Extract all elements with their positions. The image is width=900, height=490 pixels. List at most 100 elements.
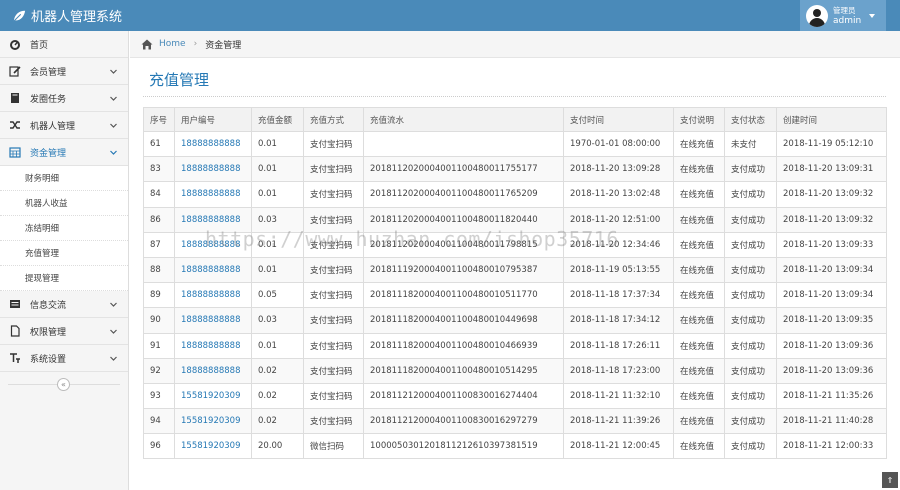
- table-cell: 2018-11-18 17:26:11: [563, 332, 674, 359]
- table-cell: 2018111920004001100480010795387: [363, 256, 564, 284]
- table-row: 94 15581920309 0.02 支付宝扫码 201811212000400110…: [143, 408, 887, 435]
- sidebar-subitem-frozen-detail[interactable]: 冻结明细: [0, 216, 128, 241]
- calendar-icon: [9, 146, 21, 158]
- column-header: 支付时间: [563, 107, 674, 132]
- column-header: 用户编号: [174, 107, 252, 132]
- sidebar-item-label: 首页: [30, 40, 49, 51]
- table-cell: 61: [143, 130, 175, 158]
- user-id-link[interactable]: 18888888888: [181, 290, 241, 300]
- table-cell: 在线充值: [673, 130, 725, 158]
- title-divider: [143, 96, 886, 97]
- table-cell: 支付宝扫码: [303, 231, 364, 258]
- table-cell: 2018-11-20 13:09:36: [776, 357, 887, 384]
- chevron-down-icon: [110, 302, 117, 307]
- table-cell: 20.00: [251, 433, 304, 460]
- table-cell: 支付成功: [724, 307, 777, 334]
- table-cell: 未支付: [724, 130, 777, 158]
- sidebar-item-home[interactable]: 首页: [0, 31, 128, 58]
- table-cell: 18888888888: [174, 206, 252, 233]
- table-cell: 在线充值: [673, 206, 725, 233]
- table-cell: 支付成功: [724, 256, 777, 284]
- table-row: 61 18888888888 0.01 支付宝扫码 1970-01-01 08:00:0…: [143, 130, 887, 158]
- user-id-link[interactable]: 18888888888: [181, 215, 241, 225]
- user-id-link[interactable]: 18888888888: [181, 164, 241, 174]
- table-cell: 18888888888: [174, 256, 252, 284]
- table-cell: 2018-11-21 11:35:26: [776, 382, 887, 410]
- table-cell: 92: [143, 357, 175, 384]
- edit-icon: [9, 65, 21, 77]
- user-id-link[interactable]: 15581920309: [181, 391, 241, 401]
- column-header: 序号: [143, 107, 175, 132]
- table-cell: 支付成功: [724, 382, 777, 410]
- scroll-to-top-button[interactable]: ⇑: [882, 472, 898, 488]
- table-cell: 0.05: [251, 282, 304, 309]
- table-cell: 2018-11-20 13:09:32: [776, 206, 887, 233]
- table-row: 86 18888888888 0.03 支付宝扫码 201811202000400110…: [143, 206, 887, 233]
- sidebar-item-permissions[interactable]: 权限管理: [0, 318, 128, 345]
- table-cell: 0.01: [251, 181, 304, 208]
- table-cell: 2018112120004001100830016274404: [363, 382, 564, 410]
- user-id-link[interactable]: 18888888888: [181, 189, 241, 199]
- table-cell: 2018112120004001100830016297279: [363, 408, 564, 435]
- sidebar-subitem-finance-detail[interactable]: 财务明细: [0, 166, 128, 191]
- list-icon: [9, 298, 21, 310]
- page-title: 充值管理: [149, 71, 210, 89]
- table-cell: 在线充值: [673, 332, 725, 359]
- user-id-link[interactable]: 18888888888: [181, 366, 241, 376]
- sidebar-subitem-recharge[interactable]: 充值管理: [0, 241, 128, 266]
- sidebar-subitem-robot-income[interactable]: 机器人收益: [0, 191, 128, 216]
- brand[interactable]: 机器人管理系统: [12, 6, 122, 25]
- table-cell: 2018-11-20 13:09:36: [776, 332, 887, 359]
- table-cell: 在线充值: [673, 256, 725, 284]
- table-cell: 支付宝扫码: [303, 256, 364, 284]
- user-id-link[interactable]: 18888888888: [181, 265, 241, 275]
- table-cell: 83: [143, 156, 175, 183]
- sidebar-item-messages[interactable]: 信息交流: [0, 291, 128, 318]
- table-cell: 0.02: [251, 382, 304, 410]
- column-header: 支付说明: [673, 107, 725, 132]
- table-cell: 支付成功: [724, 332, 777, 359]
- table-cell: 18888888888: [174, 130, 252, 158]
- chevron-down-icon: [110, 329, 117, 334]
- table-cell: 支付宝扫码: [303, 156, 364, 183]
- table-row: 89 18888888888 0.05 支付宝扫码 201811182000400110…: [143, 282, 887, 309]
- table-cell: 94: [143, 408, 175, 435]
- table-row: 83 18888888888 0.01 支付宝扫码 201811202000400110…: [143, 156, 887, 183]
- sidebar-item-members[interactable]: 会员管理: [0, 58, 128, 85]
- sidebar-item-robots[interactable]: 机器人管理: [0, 112, 128, 139]
- table-cell: 支付宝扫码: [303, 181, 364, 208]
- table-cell: 91: [143, 332, 175, 359]
- collapse-sidebar-button[interactable]: «: [57, 378, 70, 391]
- sidebar-item-funds[interactable]: 资金管理: [0, 139, 128, 166]
- chevron-down-icon: [110, 96, 117, 101]
- table-cell: 89: [143, 282, 175, 309]
- table-cell: 2018-11-20 13:09:34: [776, 282, 887, 309]
- table-cell: 在线充值: [673, 181, 725, 208]
- sidebar-subitem-withdraw[interactable]: 提现管理: [0, 266, 128, 291]
- user-id-link[interactable]: 18888888888: [181, 315, 241, 325]
- user-menu[interactable]: 管理员 admin: [800, 0, 886, 31]
- user-id-link[interactable]: 18888888888: [181, 341, 241, 351]
- table-cell: 2018112020004001100480011820440: [363, 206, 564, 233]
- sidebar-item-label: 机器人管理: [30, 121, 76, 132]
- table-cell: 2018111820004001100480010449698: [363, 307, 564, 334]
- table-cell: 2018-11-21 11:39:26: [563, 408, 674, 435]
- table-row: 84 18888888888 0.01 支付宝扫码 201811202000400110…: [143, 181, 887, 208]
- user-id-link[interactable]: 15581920309: [181, 441, 241, 451]
- user-id-link[interactable]: 18888888888: [181, 240, 241, 250]
- table-row: 92 18888888888 0.02 支付宝扫码 201811182000400110…: [143, 357, 887, 384]
- table-cell: 2018-11-18 17:34:12: [563, 307, 674, 334]
- table-cell: 18888888888: [174, 181, 252, 208]
- user-id-link[interactable]: 15581920309: [181, 416, 241, 426]
- table-cell: 2018112020004001100480011765209: [363, 181, 564, 208]
- sidebar-item-settings[interactable]: 系统设置: [0, 345, 128, 372]
- table-row: 93 15581920309 0.02 支付宝扫码 201811212000400110…: [143, 382, 887, 410]
- breadcrumb-home-link[interactable]: Home: [159, 39, 186, 49]
- table-cell: 2018111820004001100480010514295: [363, 357, 564, 384]
- user-id-link[interactable]: 18888888888: [181, 139, 241, 149]
- table-cell: 18888888888: [174, 282, 252, 309]
- sidebar-item-tasks[interactable]: 发圈任务: [0, 85, 128, 112]
- table-cell: 2018112020004001100480011798815: [363, 231, 564, 258]
- table-cell: 0.01: [251, 256, 304, 284]
- table-cell: 96: [143, 433, 175, 460]
